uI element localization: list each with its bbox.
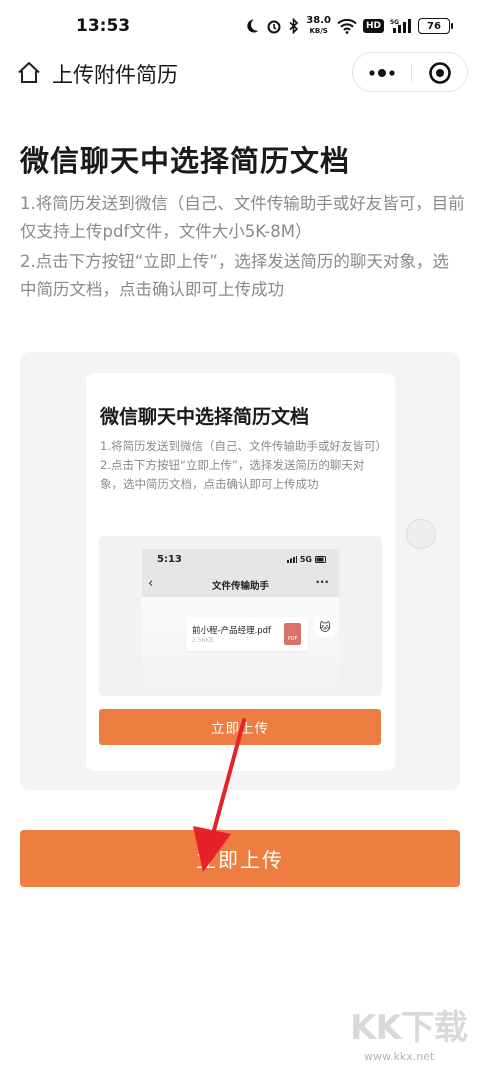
preview-step-1: 1.将简历发送到微信（自己、文件传输助手或好友皆可） [100,439,387,453]
watermark-logo: KK下载 [350,1008,468,1048]
phone-mockup: 5:13 5G ‹ 文件传输助手 ··· 前小程-产品经理.pdf 2.56KB… [142,549,339,696]
phone-menu-icon: ··· [315,575,329,589]
alarm-icon [267,20,281,34]
phone-signal: 5G [286,555,327,564]
phone-network: 5G [299,555,312,564]
file-message: 前小程-产品经理.pdf 2.56KB PDF [186,617,308,651]
file-size: 2.56KB [192,637,214,644]
tutorial-preview: 微信聊天中选择简历文档 1.将简历发送到微信（自己、文件传输助手或好友皆可） 2… [20,352,460,790]
mini-program-capsule [352,52,468,92]
status-time: 13:53 [76,16,131,36]
preview-step-2: 2.点击下方按钮“立即上传”，选择发送简历的聊天对象，选中简历文档，点击确认即可… [100,458,365,491]
nav-bar: 上传附件简历 [0,50,480,96]
more-button[interactable] [353,53,411,93]
bluetooth-icon [289,18,299,34]
wifi-icon [337,18,357,34]
instruction-step-2: 2.点击下方按钮“立即上传”，选择发送简历的聊天对象，选中简历文档，点击确认即可… [20,252,449,299]
file-name: 前小程-产品经理.pdf [192,626,272,636]
more-dots-icon [369,69,395,77]
nav-title: 上传附件简历 [52,63,178,87]
target-close-icon [429,62,451,84]
preview-card: 微信聊天中选择简历文档 1.将简历发送到微信（自己、文件传输助手或好友皆可） 2… [86,373,395,771]
phone-chat-title: 文件传输助手 [211,581,269,592]
status-bar: 13:53 38.0 KB/S HD 5G 76 [0,0,480,50]
home-icon[interactable] [16,60,42,86]
battery-indicator: 76 [418,18,453,34]
page-title: 微信聊天中选择简历文档 [20,144,351,178]
floating-assistive-touch[interactable] [406,519,436,549]
site-watermark: KK下载 www.kkx.net [350,1000,468,1064]
speed-unit: KB/S [309,27,328,35]
pdf-file-icon: PDF [284,623,301,645]
svg-text:5G: 5G [390,19,399,26]
phone-chat-header: ‹ 文件传输助手 ··· [142,573,339,597]
signal-icon: 5G [390,19,411,33]
avatar: 🐱 [315,617,335,637]
hd-badge: HD [362,19,384,33]
phone-status-bar: 5:13 5G [142,549,339,573]
instruction-step-1: 1.将简历发送到微信（自己、文件传输助手或好友皆可，目前仅支持上传pdf文件，文… [20,194,465,241]
phone-preview-area: 5:13 5G ‹ 文件传输助手 ··· 前小程-产品经理.pdf 2.56KB… [99,536,382,696]
phone-time: 5:13 [157,554,182,565]
status-icons: 38.0 KB/S HD 5G 76 [244,14,453,38]
watermark-url: www.kkx.net [364,1050,435,1063]
instruction-steps: 1.将简历发送到微信（自己、文件传输助手或好友皆可，目前仅支持上传pdf文件，文… [20,190,465,306]
network-speed: 38.0 KB/S [306,16,331,36]
moon-icon [247,19,259,33]
upload-now-button[interactable]: 立即上传 [20,830,460,887]
preview-upload-button: 立即上传 [99,709,381,745]
close-mini-program-button[interactable] [412,53,468,93]
phone-signal-icon [286,556,297,563]
speed-value: 38.0 [306,15,331,26]
preview-steps: 1.将简历发送到微信（自己、文件传输助手或好友皆可） 2.点击下方按钮“立即上传… [100,437,387,494]
preview-title: 微信聊天中选择简历文档 [100,406,310,428]
phone-battery-icon [315,556,326,563]
